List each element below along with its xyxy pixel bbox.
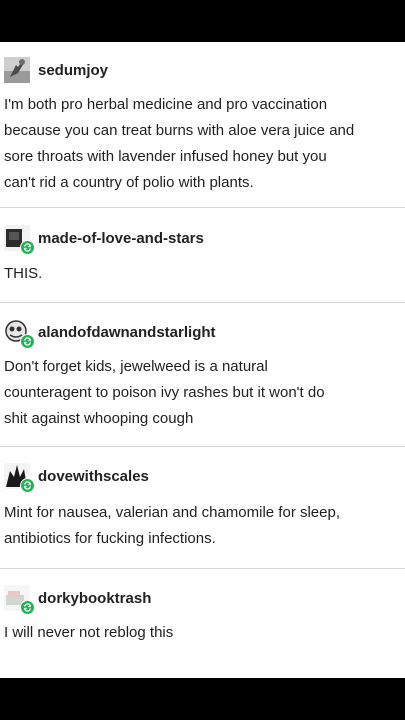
cartoon-face-avatar-icon[interactable] [4, 319, 35, 349]
entry-header: made-of-love-and-stars [4, 224, 204, 255]
reblog-icon [20, 478, 35, 493]
username[interactable]: alandofdawnandstarlight [38, 324, 216, 341]
post-body-line: Don't forget kids, jewelweed is a natura… [4, 358, 268, 375]
post-body-line: I'm both pro herbal medicine and pro vac… [4, 96, 328, 113]
entry-header: alandofdawnandstarlight [4, 318, 216, 349]
reblog-icon [20, 334, 35, 349]
post-body: I will never not reblog this [4, 620, 405, 646]
post-body-line: because you can treat burns with aloe ve… [4, 122, 355, 139]
username[interactable]: dorkybooktrash [38, 590, 151, 607]
flower-avatar-icon[interactable] [4, 57, 30, 83]
entry-header: dorkybooktrash [4, 584, 151, 615]
entry-divider [0, 568, 405, 569]
post-body: THIS. [4, 261, 405, 287]
post-body: I'm both pro herbal medicine and pro vac… [4, 92, 405, 196]
dark-figure-avatar-icon[interactable] [4, 463, 35, 493]
post-body-line: Mint for nausea, valerian and chamomile … [4, 504, 341, 521]
entry-divider [0, 207, 405, 208]
book-avatar-icon[interactable] [4, 585, 35, 615]
post-body-line: antibiotics for fucking infections. [4, 530, 216, 547]
post-body-line: THIS. [4, 265, 43, 282]
entry-header: sedumjoy [4, 56, 108, 84]
post-body-line: counteragent to poison ivy rashes but it… [4, 384, 325, 401]
username[interactable]: dovewithscales [38, 468, 149, 485]
post-body-line: sore throats with lavender infused honey… [4, 148, 327, 165]
entry-header: dovewithscales [4, 462, 149, 493]
dark-portrait-avatar-icon[interactable] [4, 225, 35, 255]
entry-divider [0, 446, 405, 447]
post-body: Mint for nausea, valerian and chamomile … [4, 500, 405, 552]
reblog-icon [20, 600, 35, 615]
tumblr-post: sedumjoy I'm both pro herbal medicine an… [0, 42, 405, 678]
screenshot-frame: sedumjoy I'm both pro herbal medicine an… [0, 0, 405, 720]
post-body: Don't forget kids, jewelweed is a natura… [4, 354, 405, 432]
post-body-line: shit against whooping cough [4, 410, 194, 427]
entry-divider [0, 302, 405, 303]
post-body-line: I will never not reblog this [4, 624, 174, 641]
username[interactable]: made-of-love-and-stars [38, 230, 204, 247]
username[interactable]: sedumjoy [38, 62, 108, 79]
reblog-icon [20, 240, 35, 255]
post-body-line: can't rid a country of polio with plants… [4, 174, 254, 191]
